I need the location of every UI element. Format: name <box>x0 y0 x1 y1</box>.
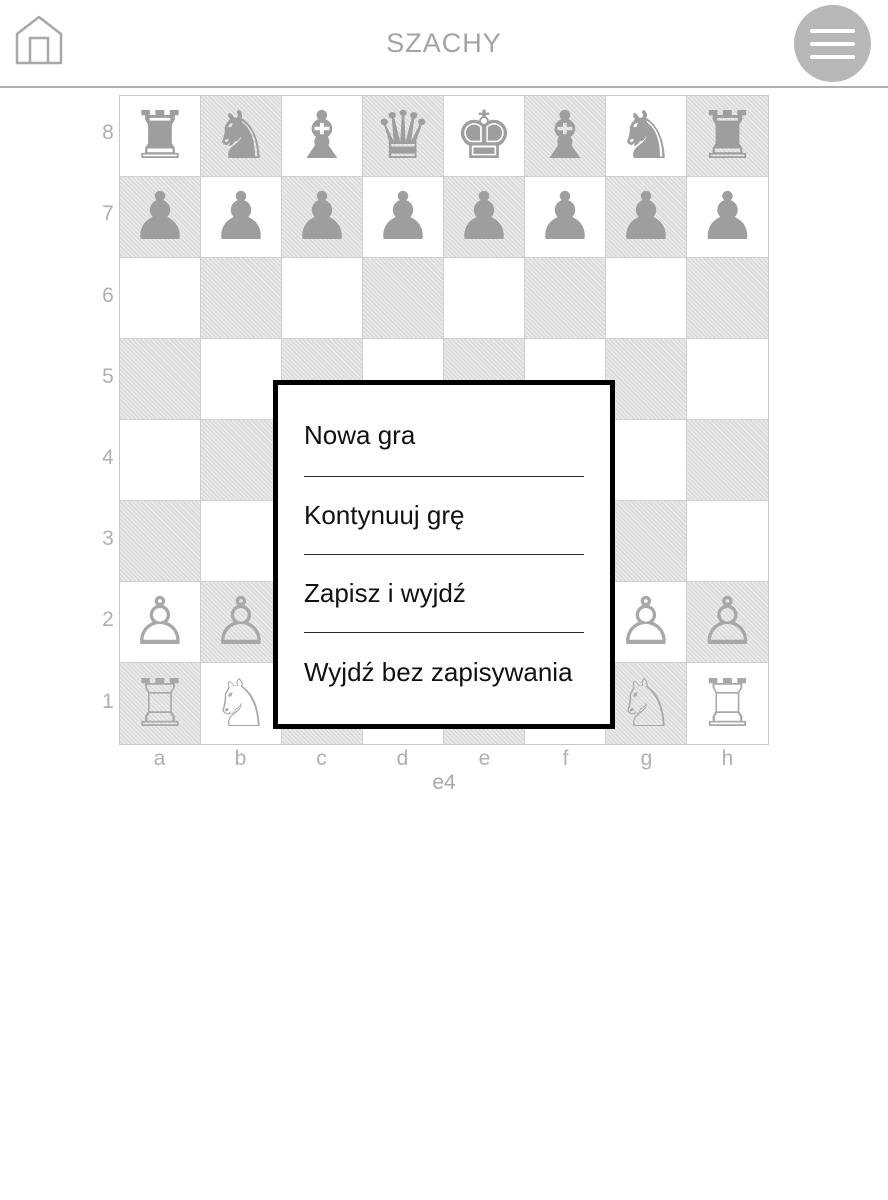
rank-label: 5 <box>102 365 114 388</box>
white-pawn-icon[interactable]: ♙ <box>698 589 757 655</box>
square-h1[interactable]: ♖ <box>687 663 768 744</box>
square-g4[interactable] <box>606 420 687 501</box>
file-label: f <box>562 747 569 770</box>
black-queen-icon[interactable]: ♛ <box>373 103 432 169</box>
black-pawn-icon[interactable]: ♟ <box>373 184 432 250</box>
rank-label: 3 <box>102 527 114 550</box>
square-c7[interactable]: ♟ <box>282 177 363 258</box>
white-knight-icon[interactable]: ♘ <box>211 670 270 737</box>
square-b1[interactable]: ♘ <box>201 663 282 744</box>
app-title: SZACHY <box>386 28 502 58</box>
rank-label: 1 <box>102 690 114 713</box>
square-c8[interactable]: ♝ <box>282 96 363 177</box>
black-bishop-icon[interactable]: ♝ <box>292 103 351 169</box>
square-e8[interactable]: ♚ <box>444 96 525 177</box>
file-label: d <box>396 747 409 770</box>
white-pawn-icon[interactable]: ♙ <box>130 589 189 655</box>
black-pawn-icon[interactable]: ♟ <box>211 184 270 250</box>
square-d8[interactable]: ♛ <box>363 96 444 177</box>
white-pawn-icon[interactable]: ♙ <box>211 589 270 655</box>
black-pawn-icon[interactable]: ♟ <box>616 184 675 250</box>
square-h7[interactable]: ♟ <box>687 177 768 258</box>
square-a4[interactable] <box>120 420 201 501</box>
game-menu-dialog: Nowa gra Kontynuuj grę Zapisz i wyjdź Wy… <box>273 380 615 729</box>
square-c6[interactable] <box>282 258 363 339</box>
file-label: g <box>640 747 653 770</box>
square-g2[interactable]: ♙ <box>606 582 687 663</box>
continue-game-option[interactable]: Kontynuuj grę <box>304 477 584 555</box>
square-d7[interactable]: ♟ <box>363 177 444 258</box>
file-label: e <box>478 747 491 770</box>
black-pawn-icon[interactable]: ♟ <box>535 184 594 250</box>
file-label: c <box>316 747 327 770</box>
black-rook-icon[interactable]: ♜ <box>130 103 189 169</box>
square-h3[interactable] <box>687 501 768 582</box>
square-f7[interactable]: ♟ <box>525 177 606 258</box>
rank-label: 8 <box>102 121 114 144</box>
square-b6[interactable] <box>201 258 282 339</box>
rank-label: 4 <box>102 446 114 469</box>
white-rook-icon[interactable]: ♖ <box>130 670 189 737</box>
square-g5[interactable] <box>606 339 687 420</box>
rank-label: 7 <box>102 202 114 225</box>
square-g1[interactable]: ♘ <box>606 663 687 744</box>
square-g8[interactable]: ♞ <box>606 96 687 177</box>
square-g7[interactable]: ♟ <box>606 177 687 258</box>
square-b4[interactable] <box>201 420 282 501</box>
square-g3[interactable] <box>606 501 687 582</box>
square-f8[interactable]: ♝ <box>525 96 606 177</box>
square-h8[interactable]: ♜ <box>687 96 768 177</box>
square-a2[interactable]: ♙ <box>120 582 201 663</box>
white-pawn-icon[interactable]: ♙ <box>616 589 675 655</box>
square-h4[interactable] <box>687 420 768 501</box>
square-a3[interactable] <box>120 501 201 582</box>
black-pawn-icon[interactable]: ♟ <box>130 184 189 250</box>
square-b3[interactable] <box>201 501 282 582</box>
square-a6[interactable] <box>120 258 201 339</box>
black-pawn-icon[interactable]: ♟ <box>292 184 351 250</box>
white-knight-icon[interactable]: ♘ <box>616 670 675 737</box>
save-and-exit-option[interactable]: Zapisz i wyjdź <box>304 555 584 633</box>
square-a8[interactable]: ♜ <box>120 96 201 177</box>
file-label: a <box>153 747 166 770</box>
menu-button[interactable] <box>794 5 871 82</box>
square-b7[interactable]: ♟ <box>201 177 282 258</box>
square-a7[interactable]: ♟ <box>120 177 201 258</box>
black-knight-icon[interactable]: ♞ <box>211 103 270 169</box>
square-h5[interactable] <box>687 339 768 420</box>
square-b2[interactable]: ♙ <box>201 582 282 663</box>
square-e6[interactable] <box>444 258 525 339</box>
square-b8[interactable]: ♞ <box>201 96 282 177</box>
last-move-notation: e4 <box>432 771 456 794</box>
black-pawn-icon[interactable]: ♟ <box>698 184 757 250</box>
square-d6[interactable] <box>363 258 444 339</box>
black-pawn-icon[interactable]: ♟ <box>454 184 513 250</box>
square-b5[interactable] <box>201 339 282 420</box>
square-f6[interactable] <box>525 258 606 339</box>
black-rook-icon[interactable]: ♜ <box>698 103 757 169</box>
file-label: h <box>721 747 734 770</box>
exit-without-saving-option[interactable]: Wyjdź bez zapisywania <box>304 633 584 711</box>
square-h2[interactable]: ♙ <box>687 582 768 663</box>
white-rook-icon[interactable]: ♖ <box>698 670 757 737</box>
file-label: b <box>234 747 247 770</box>
square-e7[interactable]: ♟ <box>444 177 525 258</box>
rank-label: 6 <box>102 284 114 307</box>
square-h6[interactable] <box>687 258 768 339</box>
black-bishop-icon[interactable]: ♝ <box>535 103 594 169</box>
black-king-icon[interactable]: ♚ <box>454 103 513 169</box>
square-a5[interactable] <box>120 339 201 420</box>
black-knight-icon[interactable]: ♞ <box>616 103 675 169</box>
square-g6[interactable] <box>606 258 687 339</box>
square-a1[interactable]: ♖ <box>120 663 201 744</box>
top-bar: SZACHY <box>0 0 888 88</box>
rank-label: 2 <box>102 608 114 631</box>
new-game-option[interactable]: Nowa gra <box>304 385 584 477</box>
